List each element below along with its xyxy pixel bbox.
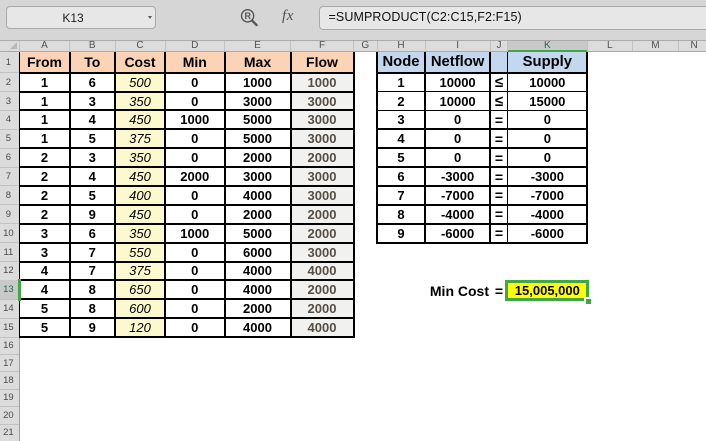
svg-text:R: R	[244, 11, 251, 21]
